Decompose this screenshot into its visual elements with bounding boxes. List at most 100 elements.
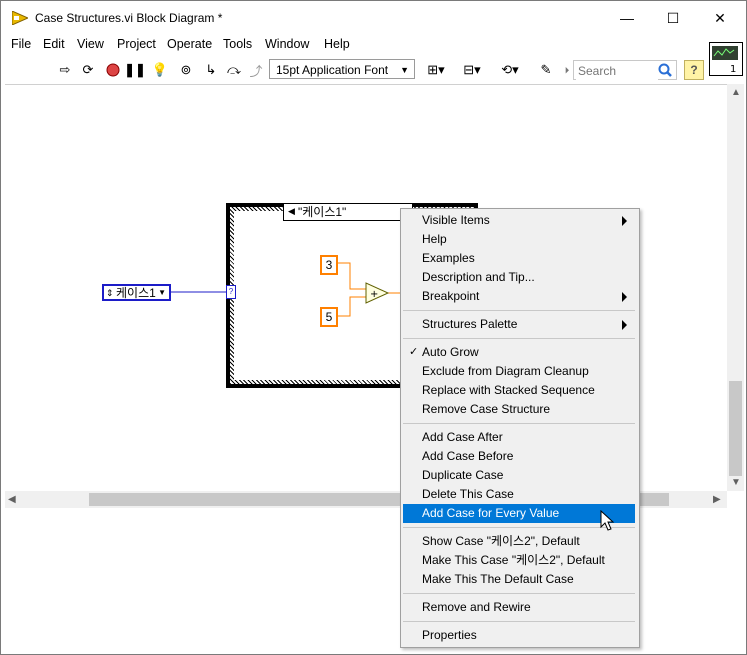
menu-tools[interactable]: Tools [223,37,252,51]
case-selector[interactable]: ◀ "케이스1" [283,203,413,221]
reorder-icon[interactable]: ⟲▾ [497,61,523,79]
font-dropdown-value: 15pt Application Font [276,63,389,77]
menu-project[interactable]: Project [117,37,156,51]
pause-icon[interactable]: ❚❚ [124,61,146,79]
context-menu-item-label: Remove and Rewire [422,600,531,614]
search-box[interactable] [573,60,677,80]
search-input[interactable] [576,62,658,80]
distribute-objects-icon[interactable]: ⊟▾ [459,61,485,79]
title-bar: Case Structures.vi Block Diagram * — ☐ ✕ [1,1,745,33]
menu-separator [403,338,635,339]
scroll-up-icon[interactable]: ▲ [731,87,741,98]
context-menu-item-label: Show Case "케이스2", Default [422,534,580,548]
step-out-icon[interactable]: ⤴ [247,61,265,79]
context-menu-item[interactable]: Delete This Case [403,485,635,504]
context-menu-item-label: Add Case Before [422,449,514,463]
submenu-arrow-icon [622,292,627,302]
scroll-left-icon[interactable]: ◀ [8,494,16,505]
vertical-scrollbar[interactable]: ▲ ▼ [727,84,744,491]
menu-view[interactable]: View [77,37,104,51]
context-menu-item[interactable]: Exclude from Diagram Cleanup [403,362,635,381]
context-menu-item[interactable]: Show Case "케이스2", Default [403,532,635,551]
context-help-button[interactable]: ? [684,60,704,80]
enum-increment-icon[interactable]: ⇕ [106,286,114,300]
context-menu-item-label: Exclude from Diagram Cleanup [422,364,589,378]
menu-edit[interactable]: Edit [43,37,65,51]
context-menu-item[interactable]: Add Case Before [403,447,635,466]
context-menu-item[interactable]: Examples [403,249,635,268]
submenu-arrow-icon [622,320,627,330]
context-menu-item[interactable]: Replace with Stacked Sequence [403,381,635,400]
vi-icon[interactable]: 1 [709,42,743,76]
enum-dropdown-icon[interactable]: ▼ [158,286,166,300]
close-button[interactable]: ✕ [697,5,743,31]
run-arrow-icon[interactable]: ⇨ [57,61,73,79]
context-menu-item-label: Duplicate Case [422,468,504,482]
menu-separator [403,621,635,622]
step-into-icon[interactable]: ↳ [202,61,220,79]
menu-separator [403,593,635,594]
chevron-down-icon: ▼ [400,65,409,75]
vertical-scroll-thumb[interactable] [729,381,742,476]
step-over-icon[interactable]: ⤼ [225,61,243,79]
font-dropdown[interactable]: 15pt Application Font ▼ [269,59,415,79]
numeric-constant-3[interactable]: 3 [320,255,338,275]
context-menu-item[interactable]: Help [403,230,635,249]
context-menu-item-label: Delete This Case [422,487,514,501]
context-menu-item[interactable]: Structures Palette [403,315,635,334]
numeric-constant-5[interactable]: 5 [320,307,338,327]
context-menu: Visible Items Help Examples Description and… [400,208,640,648]
menu-window[interactable]: Window [265,37,309,51]
case-decrement-icon[interactable]: ◀ [288,203,295,219]
context-menu-item-label: Properties [422,628,477,642]
retain-wire-values-icon[interactable]: ⊚ [177,61,195,79]
scroll-right-icon[interactable]: ▶ [713,494,721,505]
context-menu-item[interactable]: Remove Case Structure [403,400,635,419]
context-menu-item-label: Description and Tip... [422,270,535,284]
context-menu-item-label: Remove Case Structure [422,402,551,416]
context-menu-item-label: Structures Palette [422,317,518,331]
context-menu-item[interactable]: Breakpoint [403,287,635,306]
context-menu-item[interactable]: Visible Items [403,211,635,230]
context-menu-item[interactable]: Make This Case "케이스2", Default [403,551,635,570]
menu-separator [403,423,635,424]
search-icon[interactable] [658,63,672,77]
context-menu-item[interactable]: Remove and Rewire [403,598,635,617]
vi-connector-icon: 1 [712,46,738,75]
context-menu-item[interactable]: Make This The Default Case [403,570,635,589]
context-menu-item-label: Breakpoint [422,289,480,303]
run-continuously-icon[interactable]: ⟳ [79,61,97,79]
context-menu-item-label: Examples [422,251,475,265]
context-menu-item[interactable]: Description and Tip... [403,268,635,287]
cleanup-diagram-icon[interactable]: ✎ [533,61,559,79]
align-objects-icon[interactable]: ⊞▾ [423,61,449,79]
highlight-execution-icon[interactable]: 💡 [151,61,169,79]
context-menu-item-label: Auto Grow [422,345,479,359]
svg-text:1: 1 [730,64,736,75]
context-menu-item[interactable]: ✓ Auto Grow [403,343,635,362]
context-menu-item[interactable]: Properties [403,626,635,645]
enum-constant[interactable]: ⇕ 케이스1 ▼ [102,284,171,301]
menu-help[interactable]: Help [324,37,350,51]
mouse-cursor-icon [600,510,615,531]
window-title: Case Structures.vi Block Diagram * [35,11,223,25]
case-selector-label: "케이스1" [298,205,347,219]
minimize-button[interactable]: — [604,5,650,31]
case-selector-terminal[interactable]: ? [226,285,236,299]
context-menu-item-label: Add Case After [422,430,503,444]
menu-operate[interactable]: Operate [167,37,212,51]
scroll-down-icon[interactable]: ▼ [731,477,741,488]
context-menu-item-label: Help [422,232,447,246]
labview-icon [12,11,28,25]
submenu-arrow-icon [622,216,627,226]
abort-icon[interactable] [104,61,122,79]
context-menu-item-label: Make This Case "케이스2", Default [422,553,605,567]
context-menu-item-label: Replace with Stacked Sequence [422,383,595,397]
context-menu-item-label: Add Case for Every Value [422,506,560,520]
context-menu-item[interactable]: Add Case After [403,428,635,447]
enum-constant-value: 케이스1 [116,286,156,300]
toolbar-overflow-icon[interactable]: ⏵ [562,61,572,79]
menu-file[interactable]: File [11,37,31,51]
maximize-button[interactable]: ☐ [650,5,696,31]
context-menu-item[interactable]: Duplicate Case [403,466,635,485]
